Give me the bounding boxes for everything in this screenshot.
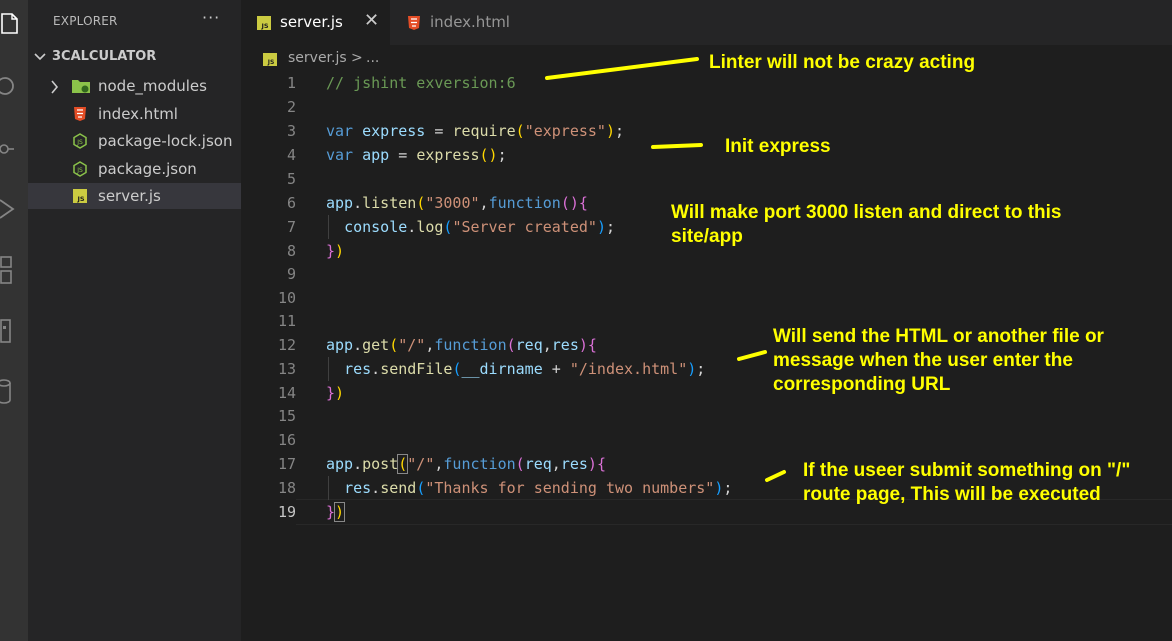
annotation-init-express: Init express xyxy=(725,136,831,157)
annotation-post: If the useer submit something on "/" rou… xyxy=(803,460,1131,505)
annotation-get: Will send the HTML or another file or me… xyxy=(773,326,1104,395)
annotation-strokes xyxy=(545,57,786,482)
annotation-linter: Linter will not be crazy acting xyxy=(709,52,976,73)
annotation-listen: Will make port 3000 listen and direct to… xyxy=(671,202,1062,247)
